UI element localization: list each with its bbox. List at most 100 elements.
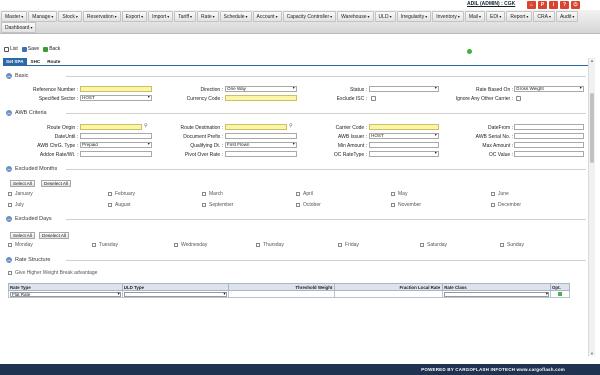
section-excluded-days[interactable]: ︽ Excluded Days	[6, 215, 586, 223]
scroll-up-icon[interactable]: ▲	[590, 58, 594, 63]
day-option-friday[interactable]: Friday	[338, 242, 359, 248]
pivot-over-rate-input[interactable]	[225, 151, 297, 157]
menu-item-manage[interactable]: Manage ▾	[28, 11, 58, 22]
oc-value-input[interactable]	[514, 151, 584, 157]
route-destination-input[interactable]	[225, 124, 287, 130]
profile-icon[interactable]: P	[538, 1, 547, 9]
scroll-thumb[interactable]	[590, 93, 594, 163]
day-checkbox[interactable]	[420, 243, 424, 247]
month-option-june[interactable]: June	[491, 191, 509, 197]
day-option-thursday[interactable]: Thursday	[256, 242, 284, 248]
days-select-all-button[interactable]: Select All	[10, 232, 35, 239]
menu-item-irregularity[interactable]: Irregularity ▾	[396, 11, 432, 22]
month-checkbox[interactable]	[202, 192, 206, 196]
exclude-isc-checkbox[interactable]	[371, 96, 376, 101]
month-option-october[interactable]: October	[296, 202, 321, 208]
status-select[interactable]	[369, 86, 439, 92]
home-icon[interactable]: ⌂	[527, 1, 536, 9]
help-icon[interactable]: ?	[560, 1, 569, 9]
menu-item-export[interactable]: Export ▾	[121, 11, 148, 22]
section-basic[interactable]: ︽ Basic	[6, 72, 586, 80]
month-option-january[interactable]: January	[8, 191, 33, 197]
menu-item-inventory[interactable]: Inventory ▾	[432, 11, 464, 22]
month-option-august[interactable]: August	[108, 202, 131, 208]
date-until-input[interactable]	[80, 133, 152, 139]
awb-serial-no-input[interactable]	[514, 133, 584, 139]
menu-item-stock[interactable]: Stock ▾	[58, 11, 82, 22]
section-rate-structure[interactable]: ︽ Rate Structure	[6, 256, 586, 264]
awb-issuer-select[interactable]: HOST	[369, 133, 439, 139]
search-icon[interactable]: ⚲	[144, 123, 148, 129]
month-option-march[interactable]: March	[202, 191, 223, 197]
day-option-monday[interactable]: Monday	[8, 242, 33, 248]
menu-item-rate[interactable]: Rate ▾	[197, 11, 219, 22]
day-checkbox[interactable]	[92, 243, 96, 247]
menu-item-cra[interactable]: CRA ▾	[533, 11, 555, 22]
day-checkbox[interactable]	[500, 243, 504, 247]
fraction-local-rate-cell[interactable]	[334, 290, 444, 298]
oc-rate-type-select[interactable]	[369, 151, 439, 157]
day-checkbox[interactable]	[174, 243, 178, 247]
addon-rate-input[interactable]	[80, 151, 152, 157]
month-checkbox[interactable]	[8, 203, 12, 207]
specified-sector-select[interactable]: HOST	[80, 95, 152, 101]
menu-item-capacity-controller[interactable]: Capacity Controller ▾	[282, 11, 337, 22]
month-checkbox[interactable]	[108, 203, 112, 207]
menu-item-import[interactable]: Import ▾	[148, 11, 174, 22]
months-select-all-button[interactable]: Select All	[10, 180, 35, 187]
months-deselect-all-button[interactable]: Deselect All	[41, 180, 72, 187]
menu-item-schedule[interactable]: Schedule ▾	[219, 11, 252, 22]
day-option-sunday[interactable]: Sunday	[500, 242, 524, 248]
back-button[interactable]: Back	[43, 46, 60, 52]
day-checkbox[interactable]	[256, 243, 260, 247]
menu-item-reservation[interactable]: Reservation ▾	[82, 11, 121, 22]
currency-code-input[interactable]	[225, 95, 297, 101]
higher-weight-checkbox[interactable]	[8, 271, 12, 275]
rate-type-select[interactable]: Flat Rate	[10, 291, 121, 297]
month-checkbox[interactable]	[391, 203, 395, 207]
tab-set-spa[interactable]: Set SPA	[3, 58, 27, 65]
menu-item-uld[interactable]: ULD ▾	[374, 11, 396, 22]
month-checkbox[interactable]	[391, 192, 395, 196]
menu-item-mail[interactable]: Mail ▾	[464, 11, 485, 22]
reference-number-input[interactable]	[80, 86, 152, 92]
search-icon[interactable]: ⚲	[289, 123, 293, 129]
scroll-down-icon[interactable]: ▼	[590, 351, 594, 356]
month-checkbox[interactable]	[202, 203, 206, 207]
month-option-april[interactable]: April	[296, 191, 313, 197]
day-option-saturday[interactable]: Saturday	[420, 242, 447, 248]
uld-type-select[interactable]	[123, 291, 227, 297]
menu-item-tariff[interactable]: Tariff ▾	[174, 11, 197, 22]
rate-based-on-select[interactable]: Gross Weight	[514, 86, 584, 92]
month-checkbox[interactable]	[8, 192, 12, 196]
menu-item-master[interactable]: Master ▾	[1, 11, 28, 22]
higher-weight-option[interactable]: Give Higher Weight Break advantage	[8, 270, 97, 276]
user-label[interactable]: ADIL (ADMIN) : CGK	[467, 1, 515, 7]
month-option-may[interactable]: May	[391, 191, 407, 197]
logout-icon[interactable]: ⏻	[571, 1, 580, 9]
threshold-weight-cell[interactable]	[227, 290, 336, 298]
carrier-code-input[interactable]	[369, 124, 439, 130]
add-row-icon[interactable]	[557, 292, 562, 296]
month-option-september[interactable]: September	[202, 202, 233, 208]
vertical-scrollbar[interactable]: ▲ ▼	[588, 58, 595, 356]
info-icon[interactable]: i	[549, 1, 558, 9]
day-option-tuesday[interactable]: Tuesday	[92, 242, 118, 248]
direction-select[interactable]: One Way	[225, 86, 297, 92]
menu-item-account[interactable]: Account ▾	[252, 11, 282, 22]
month-option-february[interactable]: February	[108, 191, 135, 197]
month-checkbox[interactable]	[491, 192, 495, 196]
min-amount-input[interactable]	[369, 142, 439, 148]
menu-item-warehouse[interactable]: Warehouse ▾	[337, 11, 374, 22]
section-awb-criteria[interactable]: ︽ AWB Criteria	[6, 109, 586, 117]
month-option-july[interactable]: July	[8, 202, 24, 208]
menu-item-report[interactable]: Report ▾	[506, 11, 533, 22]
section-excluded-months[interactable]: ︽ Excluded Months	[6, 165, 586, 173]
save-button[interactable]: Save	[21, 46, 39, 52]
days-deselect-all-button[interactable]: Deselect All	[39, 232, 70, 239]
day-checkbox[interactable]	[338, 243, 342, 247]
date-from-input[interactable]	[514, 124, 584, 130]
day-checkbox[interactable]	[8, 243, 12, 247]
ignore-other-carrier-checkbox[interactable]	[516, 96, 521, 101]
route-origin-input[interactable]	[80, 124, 142, 130]
